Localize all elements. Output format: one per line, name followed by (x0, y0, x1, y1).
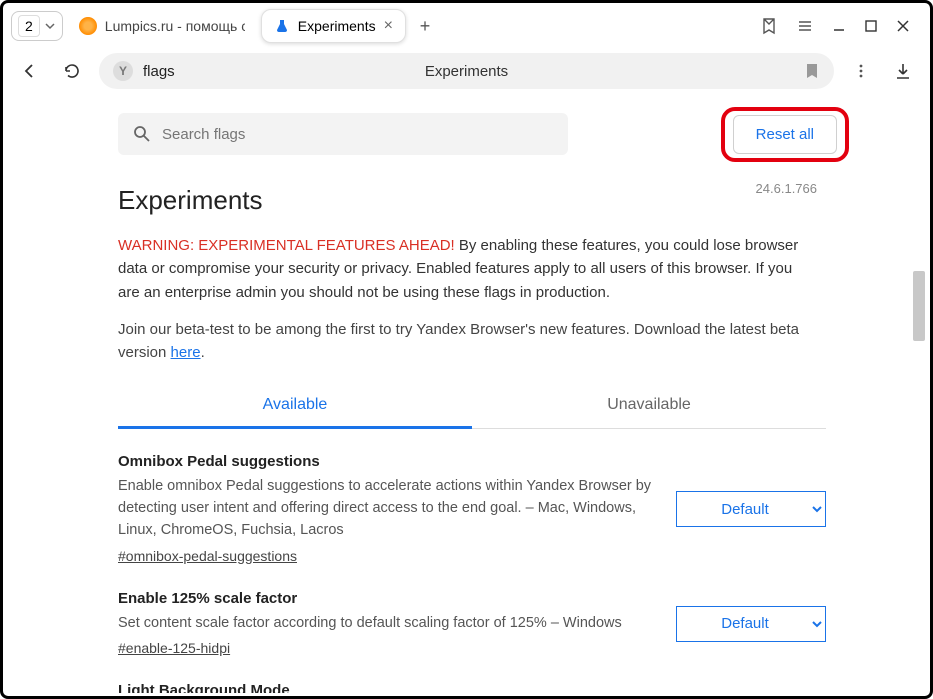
version-label: 24.6.1.766 (756, 181, 817, 196)
toolbar: Y flags Experiments (3, 49, 930, 93)
close-icon[interactable]: × (384, 17, 393, 35)
search-input[interactable] (162, 126, 554, 143)
beta-text: Join our beta-test to be among the first… (118, 318, 818, 365)
chevron-down-icon (44, 20, 56, 32)
flag-anchor[interactable]: #enable-125-hidpi (118, 640, 230, 656)
downloads-button[interactable] (888, 56, 918, 86)
warning-red: WARNING: EXPERIMENTAL FEATURES AHEAD! (118, 237, 455, 254)
reload-button[interactable] (57, 56, 87, 86)
search-icon (132, 124, 152, 144)
omnibox-title: Experiments (425, 63, 508, 80)
tab-count: 2 (18, 15, 40, 37)
warning-text: WARNING: EXPERIMENTAL FEATURES AHEAD! By… (118, 234, 818, 304)
flask-icon (274, 18, 290, 34)
tab-counter[interactable]: 2 (11, 11, 63, 41)
flag-title: Enable 125% scale factor (118, 590, 658, 607)
flag-anchor[interactable]: #omnibox-pedal-suggestions (118, 548, 297, 564)
maximize-icon[interactable] (864, 19, 878, 33)
page-heading: Experiments (118, 185, 826, 216)
page-content: Reset all Experiments 24.6.1.766 WARNING… (6, 95, 927, 693)
flag-tabs: Available Unavailable (118, 382, 826, 429)
flag-item: Omnibox Pedal suggestions Enable omnibox… (118, 453, 826, 565)
flag-title: Light Background Mode (118, 682, 658, 693)
omnibox-path: flags (143, 63, 175, 80)
flag-select[interactable]: Default (676, 606, 826, 642)
new-tab-button[interactable]: + (410, 11, 440, 41)
flag-title: Omnibox Pedal suggestions (118, 453, 658, 470)
more-button[interactable] (846, 56, 876, 86)
window-titlebar: 2 Lumpics.ru - помощь с ко Experiments ×… (3, 3, 930, 49)
beta-link[interactable]: here (171, 344, 201, 361)
search-flags-box[interactable] (118, 113, 568, 155)
tab-available[interactable]: Available (118, 382, 472, 428)
menu-icon[interactable] (796, 17, 814, 35)
yandex-icon: Y (113, 61, 133, 81)
tab-unavailable[interactable]: Unavailable (472, 382, 826, 428)
omnibox[interactable]: Y flags Experiments (99, 53, 834, 89)
back-button[interactable] (15, 56, 45, 86)
tab-lumpics[interactable]: Lumpics.ru - помощь с ко (67, 9, 257, 43)
lumpics-favicon-icon (79, 17, 97, 35)
tab-label: Lumpics.ru - помощь с ко (105, 18, 245, 34)
flag-item: Enable 125% scale factor Set content sca… (118, 590, 826, 659)
flag-select[interactable]: Default (676, 491, 826, 527)
reset-all-button[interactable]: Reset all (733, 115, 837, 154)
flag-desc: Enable omnibox Pedal suggestions to acce… (118, 476, 658, 541)
flag-item: Light Background Mode Enable Light Backg… (118, 682, 826, 693)
flag-desc: Set content scale factor according to de… (118, 613, 658, 635)
tab-label: Experiments (298, 18, 376, 34)
bookmark-tab-icon[interactable] (760, 17, 778, 35)
bookmark-icon[interactable] (804, 62, 820, 80)
scrollbar-thumb[interactable] (913, 271, 925, 341)
tab-experiments[interactable]: Experiments × (261, 9, 406, 43)
minimize-icon[interactable] (832, 19, 846, 33)
close-window-icon[interactable] (896, 19, 910, 33)
